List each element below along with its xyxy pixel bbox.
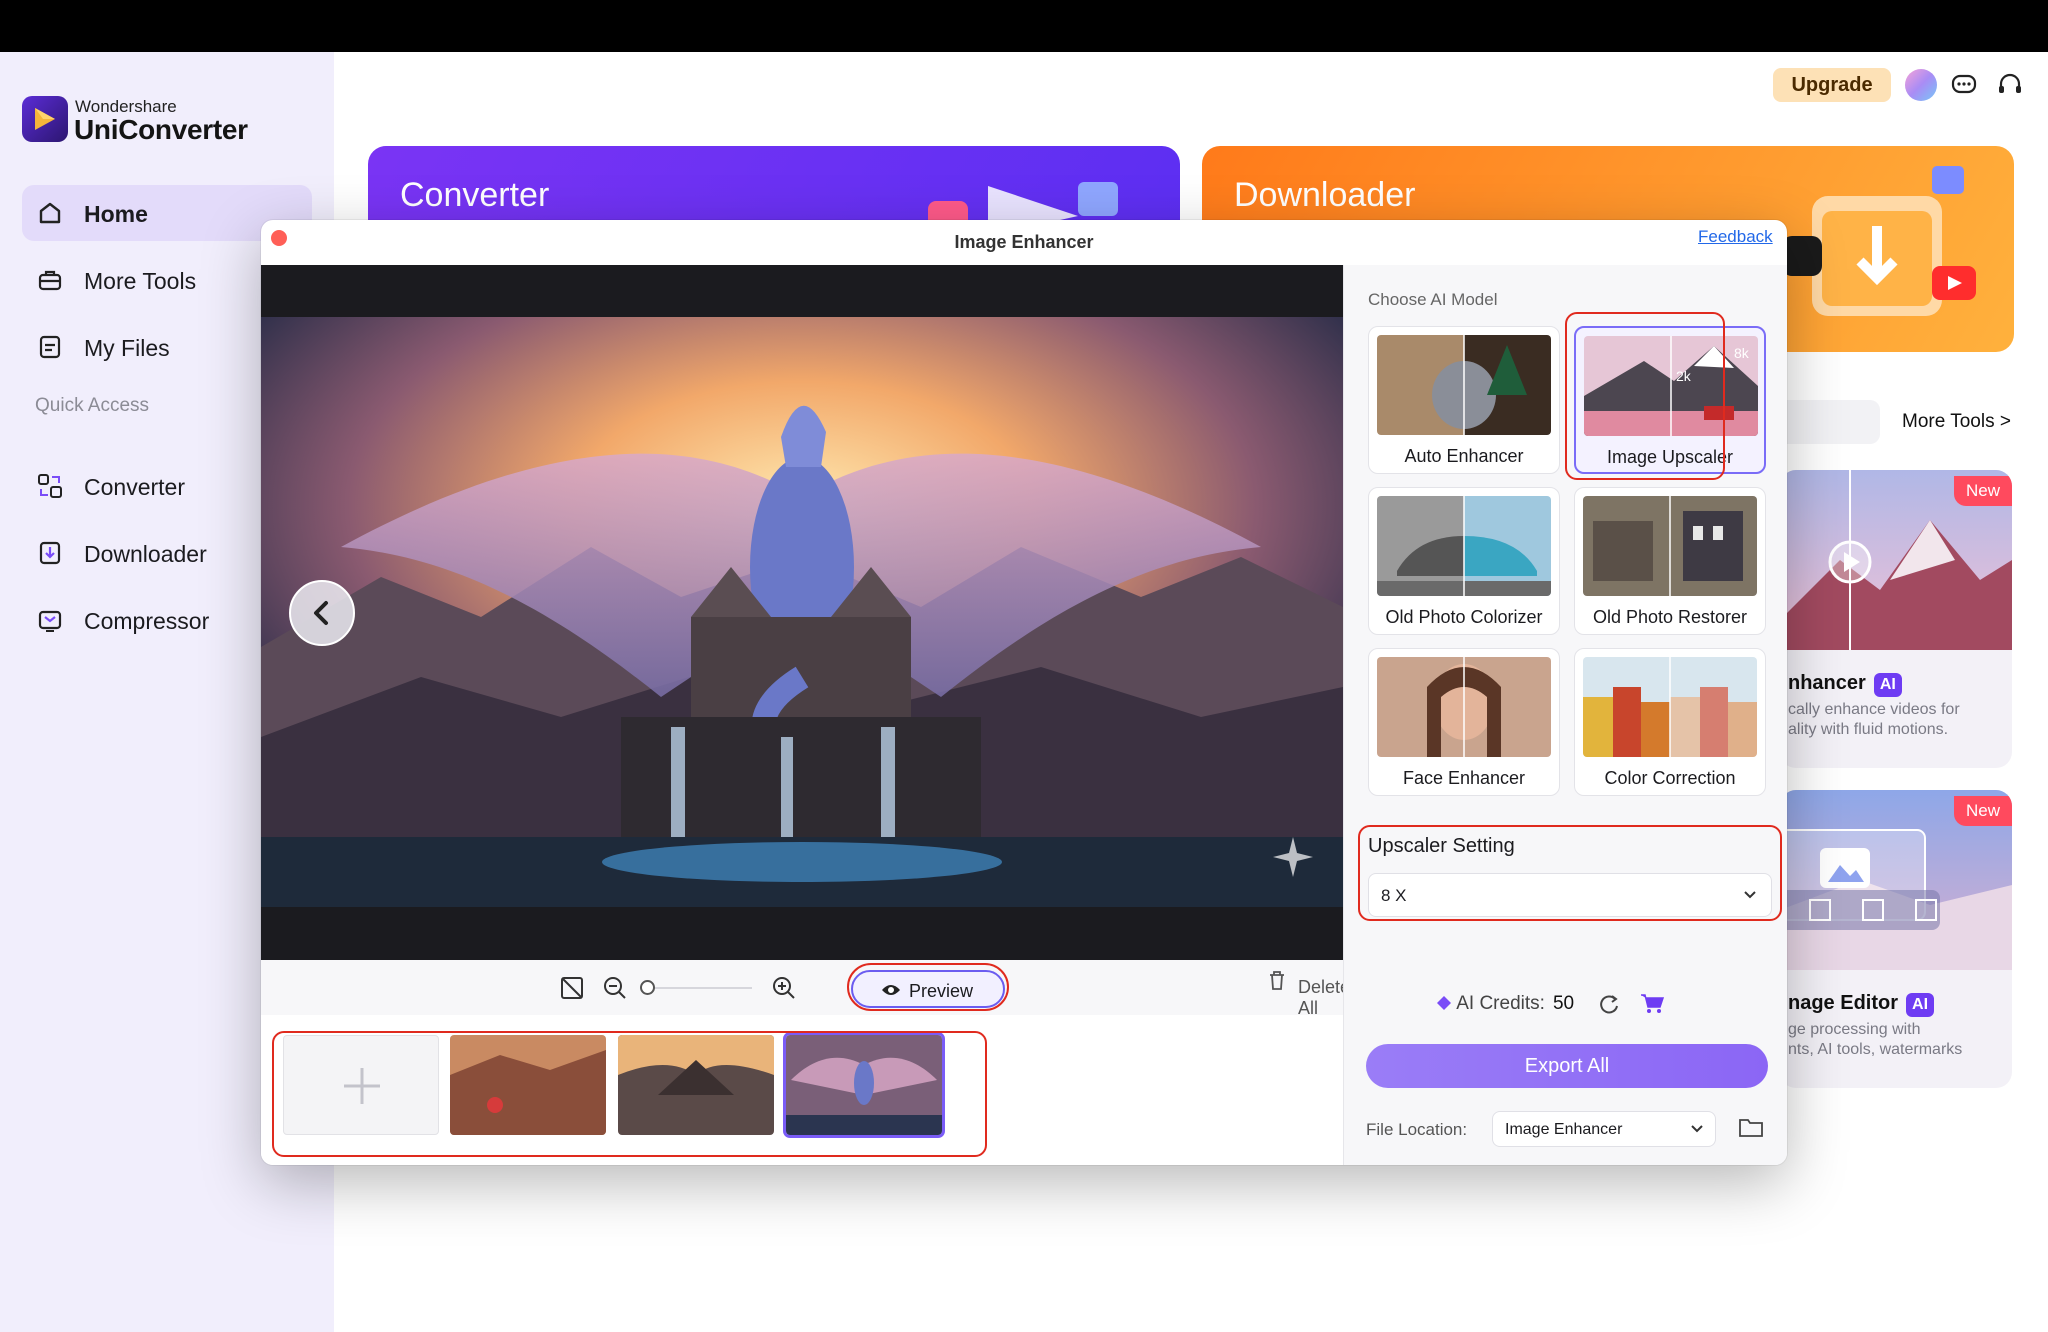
upgrade-button[interactable]: Upgrade [1773, 68, 1891, 102]
tool-card-desc: nts, AI tools, watermarks [1788, 1041, 1963, 1058]
preview-highlight [847, 963, 1009, 1011]
model-label: Face Enhancer [1402, 768, 1526, 788]
message-icon[interactable] [1950, 71, 1978, 99]
zoom-slider[interactable] [652, 987, 752, 989]
chevron-left-icon [314, 601, 328, 625]
upscaler-tag-right: 8k [1734, 345, 1750, 361]
image-enhancer-dialog: Image Enhancer Feedback Preview Delete A… [261, 220, 1787, 1165]
cart-icon[interactable] [1640, 993, 1664, 1015]
auto-enhancer-thumbnail [1377, 335, 1551, 435]
tool-card-desc: cally enhance videos for [1788, 701, 1960, 718]
feedback-link[interactable]: Feedback [1698, 227, 1773, 247]
diamond-icon [1437, 996, 1451, 1010]
compressor-icon [38, 610, 62, 632]
sparkle-icon [1273, 837, 1313, 877]
app-logo [22, 96, 68, 142]
tool-card-title: nhancer AI [1788, 672, 1902, 697]
preview-toolbar: Preview Delete All [261, 960, 1350, 1018]
sidebar-item-label: More Tools [84, 268, 197, 294]
old-photo-restorer-thumbnail [1583, 496, 1757, 596]
model-label: Old Photo Restorer [1592, 607, 1748, 627]
ai-credits-label: AI Credits: [1456, 993, 1545, 1014]
downloader-illustration [1782, 166, 1976, 316]
choose-model-label: Choose AI Model [1368, 290, 1498, 309]
ai-badge: AI [1873, 673, 1902, 697]
files-icon [39, 335, 61, 359]
ai-badge: AI [1906, 993, 1935, 1017]
tool-card-desc: ality with fluid motions. [1788, 721, 1949, 738]
model-old-photo-restorer[interactable]: Old Photo Restorer [1574, 487, 1766, 635]
face-enhancer-thumbnail [1377, 657, 1551, 757]
converter-icon [38, 474, 62, 498]
sidebar-item-label: Home [84, 201, 148, 227]
tool-card-title-text: nage Editor [1788, 992, 1899, 1014]
dragon-image-preview [261, 317, 1343, 907]
downloader-card-title: Downloader [1234, 176, 1416, 214]
model-label: Color Correction [1604, 768, 1736, 788]
quick-access-label: Quick Access [35, 395, 150, 416]
new-badge: New [1954, 476, 2012, 506]
headset-icon[interactable] [1996, 71, 2024, 99]
ai-credits-value: 50 [1552, 993, 1575, 1014]
model-color-correction[interactable]: Color Correction [1574, 648, 1766, 796]
folder-icon[interactable] [1738, 1116, 1764, 1138]
color-correction-thumbnail [1583, 657, 1757, 757]
converter-card-title: Converter [400, 176, 550, 214]
preview-area [261, 265, 1343, 960]
old-photo-colorizer-thumbnail [1377, 496, 1551, 596]
new-badge: New [1954, 796, 2012, 826]
avatar[interactable] [1905, 69, 1937, 101]
home-icon [39, 202, 61, 224]
previous-image-button[interactable] [289, 580, 355, 646]
sidebar-item-label: Converter [84, 474, 185, 500]
fit-screen-icon[interactable] [558, 974, 586, 1002]
sidebar-item-label: Downloader [84, 541, 207, 567]
file-location-value: Image Enhancer [1505, 1121, 1623, 1138]
image-editor-card[interactable]: New nage Editor AI ge processing with nts… [1780, 790, 2012, 1088]
zoom-in-icon[interactable] [770, 974, 798, 1002]
sidebar-item-label: Compressor [84, 608, 210, 634]
model-label: Old Photo Colorizer [1385, 607, 1543, 627]
export-all-button[interactable]: Export All [1366, 1044, 1768, 1088]
setting-highlight [1358, 825, 1782, 921]
model-old-photo-colorizer[interactable]: Old Photo Colorizer [1368, 487, 1560, 635]
model-label: Auto Enhancer [1404, 446, 1524, 466]
tool-card-title: nage Editor AI [1788, 992, 1935, 1017]
chevron-down-icon [1691, 1125, 1703, 1133]
downloader-icon [39, 541, 61, 565]
file-location-label: File Location: [1366, 1120, 1468, 1139]
model-face-enhancer[interactable]: Face Enhancer [1368, 648, 1560, 796]
brand-name: UniConverter [74, 114, 248, 145]
model-auto-enhancer[interactable]: Auto Enhancer [1368, 326, 1560, 474]
dialog-title: Image Enhancer [954, 232, 1094, 252]
upscaler-highlight [1565, 312, 1725, 480]
system-top-bar [0, 0, 2048, 52]
more-tools-link[interactable]: More Tools > [1902, 411, 2011, 433]
toolbox-icon [38, 270, 62, 291]
trash-icon[interactable] [1265, 968, 1289, 992]
zoom-slider-handle[interactable] [640, 980, 655, 995]
tool-card-title-text: nhancer [1788, 672, 1866, 694]
tool-card-desc: ge processing with [1788, 1021, 1921, 1038]
zoom-out-icon[interactable] [601, 974, 629, 1002]
sidebar-item-label: My Files [84, 335, 170, 361]
video-enhancer-card[interactable]: New nhancer AI cally enhance videos for a… [1780, 470, 2012, 768]
close-button[interactable] [271, 230, 287, 246]
refresh-icon[interactable] [1598, 993, 1620, 1015]
ai-credits: AI Credits: 50 [1436, 993, 1574, 1015]
file-location-select[interactable]: Image Enhancer [1492, 1111, 1716, 1147]
thumbnails-highlight [272, 1031, 987, 1157]
